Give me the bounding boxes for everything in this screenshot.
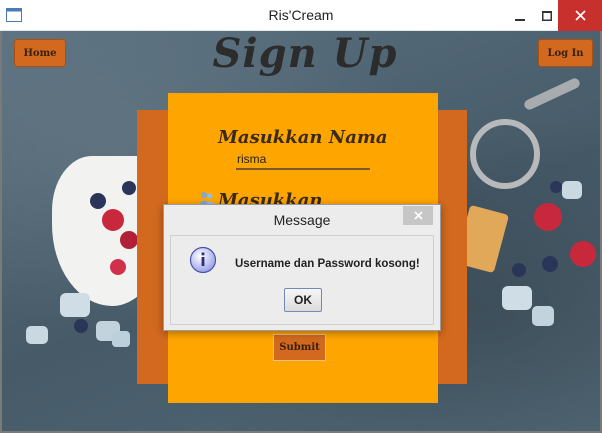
ice-decoration: [502, 286, 532, 310]
maximize-button[interactable]: [534, 0, 560, 31]
berry-decoration: [74, 319, 88, 333]
window-titlebar: Ris'Cream: [0, 0, 602, 31]
berry-decoration: [550, 181, 562, 193]
dialog-close-button[interactable]: [403, 206, 433, 225]
message-dialog: Message Username dan Password kosong! OK: [163, 204, 441, 331]
username-label: Masukkan Username: [218, 190, 323, 204]
close-icon: [574, 10, 586, 21]
dialog-titlebar: Message: [164, 205, 440, 233]
ice-decoration: [26, 326, 48, 344]
close-icon: [413, 211, 423, 220]
ice-decoration: [112, 331, 130, 347]
dialog-message: Username dan Password kosong!: [235, 258, 420, 270]
users-icon: [199, 192, 215, 204]
name-input[interactable]: [236, 150, 370, 170]
berry-decoration: [122, 181, 136, 195]
maximize-icon: [542, 10, 552, 21]
berry-decoration: [102, 209, 124, 231]
login-button[interactable]: Log In: [538, 39, 593, 67]
window-border-left: [0, 31, 2, 433]
info-icon: [189, 246, 217, 274]
berry-decoration: [570, 241, 596, 267]
berry-decoration: [542, 256, 558, 272]
ice-decoration: [532, 306, 554, 326]
minimize-icon: [515, 18, 525, 21]
minimize-button[interactable]: [506, 0, 534, 31]
ice-decoration: [562, 181, 582, 199]
close-window-button[interactable]: [558, 0, 602, 31]
berry-decoration: [512, 263, 526, 277]
berry-decoration: [110, 259, 126, 275]
scoop-decoration: [470, 119, 540, 189]
ice-decoration: [60, 293, 90, 317]
page-title: Sign Up: [212, 30, 398, 77]
berry-decoration: [534, 203, 562, 231]
berry-decoration: [120, 231, 138, 249]
ok-button[interactable]: OK: [284, 288, 322, 312]
name-label: Masukkan Nama: [218, 127, 388, 148]
berry-decoration: [90, 193, 106, 209]
scoop-handle-decoration: [522, 76, 582, 112]
home-button[interactable]: Home: [14, 39, 66, 67]
submit-button[interactable]: Submit: [273, 334, 326, 361]
dialog-body: Username dan Password kosong! OK: [170, 235, 434, 325]
dialog-title: Message: [273, 212, 331, 228]
